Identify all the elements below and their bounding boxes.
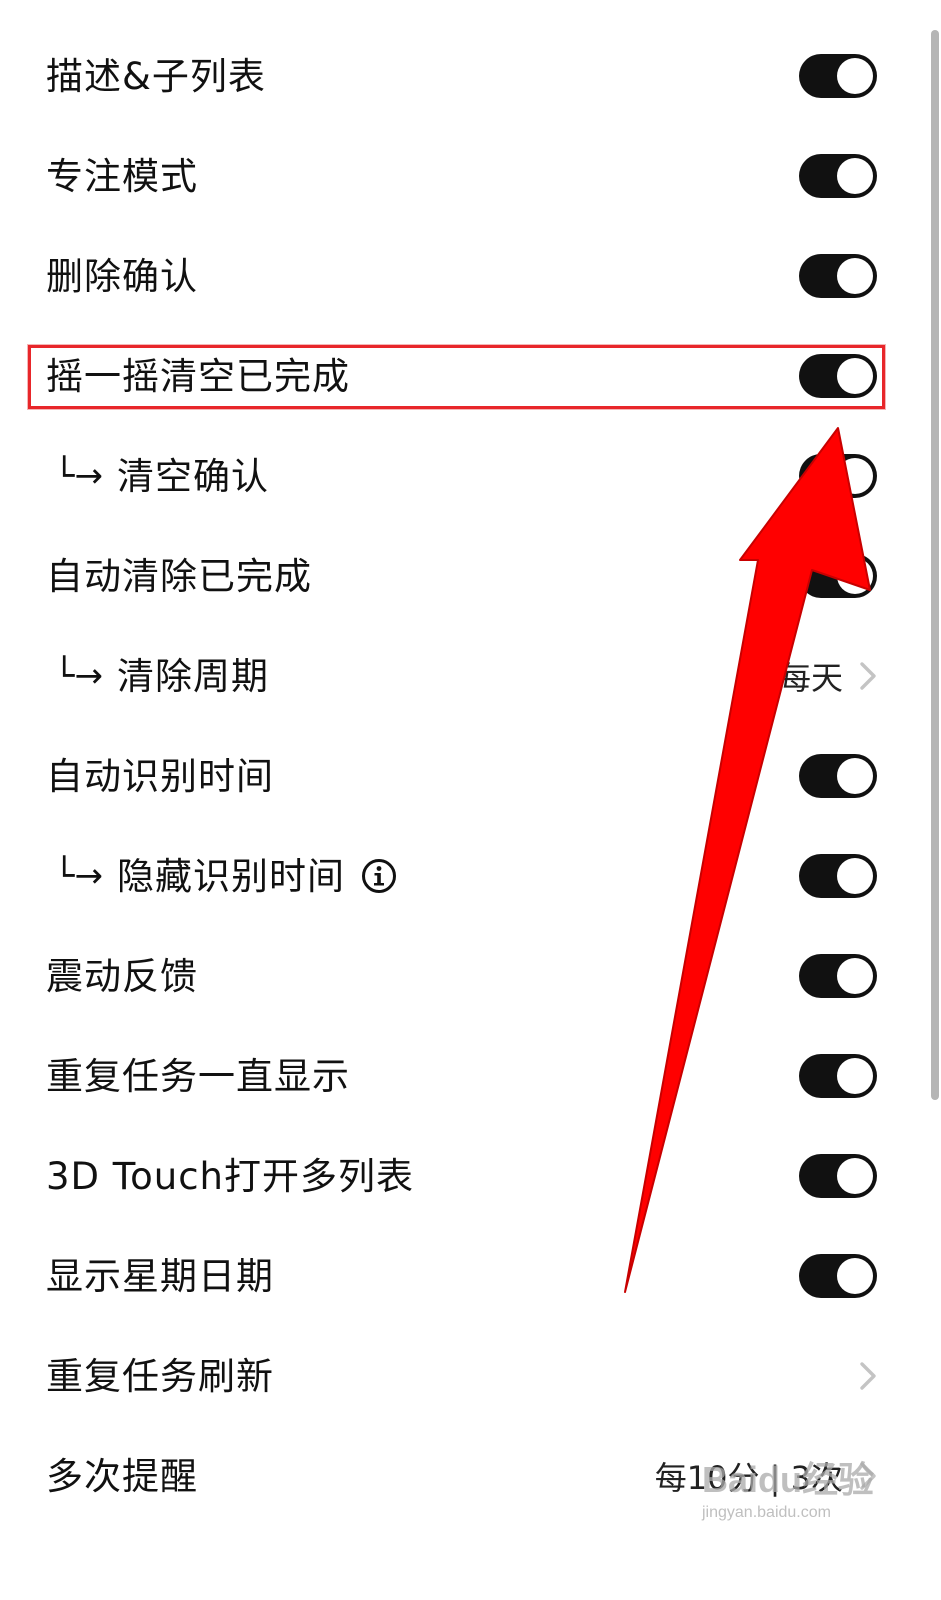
row-label: 隐藏识别时间 bbox=[116, 854, 345, 898]
row-label: 清除周期 bbox=[116, 654, 269, 698]
settings-row[interactable]: └→ 清除周期 每天 bbox=[0, 626, 941, 726]
row-label: 专注模式 bbox=[46, 154, 198, 198]
row-label: 重复任务一直显示 bbox=[46, 1054, 350, 1098]
toggle-switch[interactable] bbox=[799, 754, 877, 798]
settings-row[interactable]: 描述&子列表 bbox=[0, 26, 941, 126]
settings-page: 描述&子列表 专注模式删除确认摇一摇清空已完成 └→ 清空确认自动清除已完成 └→ 清除周… bbox=[0, 0, 941, 1600]
row-label: 自动识别时间 bbox=[46, 754, 274, 798]
toggle-knob bbox=[837, 858, 873, 894]
settings-row[interactable]: 3D Touch打开多列表 bbox=[0, 1126, 941, 1226]
row-label: 摇一摇清空已完成 bbox=[46, 354, 350, 398]
row-control bbox=[799, 1154, 877, 1198]
row-label: 多次提醒 bbox=[46, 1454, 198, 1498]
settings-row[interactable]: 多次提醒 每10分 | 3次 bbox=[0, 1426, 941, 1526]
chevron-right-icon[interactable] bbox=[859, 1361, 877, 1391]
toggle-switch[interactable] bbox=[799, 554, 877, 598]
sub-item-arrow: └→ bbox=[54, 856, 103, 896]
settings-row[interactable]: 自动识别时间 bbox=[0, 726, 941, 826]
row-control bbox=[799, 254, 877, 298]
toggle-knob bbox=[837, 58, 873, 94]
toggle-knob bbox=[837, 1058, 873, 1094]
toggle-knob bbox=[837, 1158, 873, 1194]
toggle-knob bbox=[837, 158, 873, 194]
row-label: 自动清除已完成 bbox=[46, 554, 312, 598]
sub-item-arrow: └→ bbox=[54, 456, 103, 496]
scrollbar[interactable] bbox=[931, 30, 939, 1100]
chevron-right-icon[interactable] bbox=[859, 661, 877, 691]
toggle-knob bbox=[837, 958, 873, 994]
toggle-switch[interactable] bbox=[799, 154, 877, 198]
toggle-switch[interactable] bbox=[799, 1254, 877, 1298]
toggle-switch[interactable] bbox=[799, 954, 877, 998]
row-control bbox=[799, 754, 877, 798]
row-label: 清空确认 bbox=[116, 454, 269, 498]
toggle-knob bbox=[837, 458, 873, 494]
row-control bbox=[799, 154, 877, 198]
toggle-switch[interactable] bbox=[799, 54, 877, 98]
row-label: 显示星期日期 bbox=[46, 1254, 274, 1298]
toggle-switch[interactable] bbox=[799, 1054, 877, 1098]
row-label: 3D Touch打开多列表 bbox=[46, 1154, 414, 1198]
settings-row[interactable]: └→ 清空确认 bbox=[0, 426, 941, 526]
toggle-knob bbox=[837, 1258, 873, 1294]
row-control bbox=[799, 454, 877, 498]
sub-item-arrow: └→ bbox=[54, 656, 103, 696]
row-label: 删除确认 bbox=[46, 254, 198, 298]
row-control bbox=[799, 354, 877, 398]
toggle-knob bbox=[837, 558, 873, 594]
settings-row[interactable]: 重复任务一直显示 bbox=[0, 1026, 941, 1126]
row-control bbox=[799, 54, 877, 98]
row-label: 重复任务刷新 bbox=[46, 1354, 274, 1398]
settings-list: 描述&子列表 专注模式删除确认摇一摇清空已完成 └→ 清空确认自动清除已完成 └→ 清除周… bbox=[0, 26, 941, 1526]
info-icon[interactable] bbox=[361, 858, 397, 894]
row-control: 每10分 | 3次 bbox=[655, 1453, 877, 1499]
settings-row[interactable]: 删除确认 bbox=[0, 226, 941, 326]
row-control bbox=[799, 854, 877, 898]
row-control bbox=[799, 954, 877, 998]
row-control: 每天 bbox=[779, 653, 877, 699]
settings-row[interactable]: 自动清除已完成 bbox=[0, 526, 941, 626]
row-label: 描述&子列表 bbox=[46, 54, 266, 98]
row-value: 每10分 | 3次 bbox=[654, 1459, 843, 1497]
row-control bbox=[799, 1054, 877, 1098]
settings-row[interactable]: 震动反馈 bbox=[0, 926, 941, 1026]
chevron-right-icon[interactable] bbox=[859, 1461, 877, 1491]
settings-row[interactable]: 显示星期日期 bbox=[0, 1226, 941, 1326]
toggle-switch[interactable] bbox=[799, 354, 877, 398]
settings-row[interactable]: 重复任务刷新 bbox=[0, 1326, 941, 1426]
toggle-switch[interactable] bbox=[799, 454, 877, 498]
row-label: 震动反馈 bbox=[46, 954, 198, 998]
settings-row[interactable]: 专注模式 bbox=[0, 126, 941, 226]
toggle-knob bbox=[837, 358, 873, 394]
settings-row[interactable]: └→ 隐藏识别时间 bbox=[0, 826, 941, 926]
toggle-switch[interactable] bbox=[799, 854, 877, 898]
row-control bbox=[799, 1254, 877, 1298]
toggle-knob bbox=[837, 258, 873, 294]
row-control bbox=[799, 554, 877, 598]
toggle-knob bbox=[837, 758, 873, 794]
settings-row[interactable]: 摇一摇清空已完成 bbox=[0, 326, 941, 426]
toggle-switch[interactable] bbox=[799, 1154, 877, 1198]
row-value: 每天 bbox=[778, 659, 843, 697]
row-control bbox=[859, 1361, 877, 1391]
toggle-switch[interactable] bbox=[799, 254, 877, 298]
